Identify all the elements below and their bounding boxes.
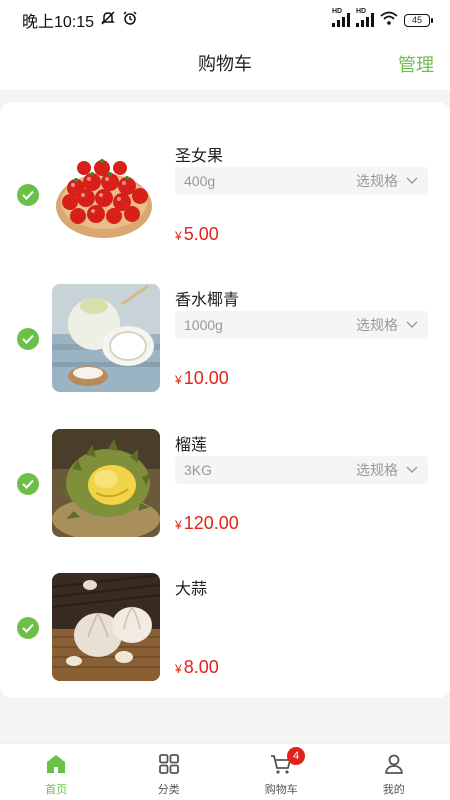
spec-selector[interactable]: 3KG 选规格: [175, 456, 428, 484]
product-name: 大蒜: [175, 581, 208, 598]
chevron-down-icon: [406, 466, 418, 473]
price-value: 10.00: [183, 368, 229, 388]
bell-off-icon: [100, 10, 116, 31]
category-icon: [157, 752, 181, 776]
spec-selector[interactable]: 400g 选规格: [175, 167, 428, 195]
status-bar: 晚上10:15 HD HD 45: [0, 0, 450, 40]
product-name: 榴莲: [175, 437, 208, 454]
tab-label: 购物车: [264, 784, 298, 796]
product-price: ¥ 8.00: [175, 657, 219, 678]
item-checkbox[interactable]: [17, 473, 39, 495]
product-image-coconut[interactable]: [52, 284, 160, 392]
currency-symbol: ¥: [175, 229, 182, 243]
tab-label: 我的: [382, 784, 405, 796]
tab-profile[interactable]: 我的: [338, 744, 450, 800]
nav-bar: 购物车 管理: [0, 40, 450, 90]
spec-action-label: 选规格: [356, 173, 398, 189]
item-checkbox[interactable]: [17, 328, 39, 350]
cart-item: 圣女果 400g 选规格 ¥ 5.00: [0, 140, 450, 250]
tab-bar: 首页 分类 4 购物车 我的: [0, 743, 450, 800]
chevron-down-icon: [406, 177, 418, 184]
spec-value: 3KG: [184, 462, 213, 478]
currency-symbol: ¥: [175, 662, 182, 676]
product-name: 圣女果: [175, 148, 224, 165]
product-price: ¥ 120.00: [175, 513, 239, 534]
currency-symbol: ¥: [175, 373, 182, 387]
check-icon: [22, 479, 34, 489]
spec-action-label: 选规格: [356, 462, 398, 478]
alarm-icon: [122, 10, 138, 31]
item-checkbox[interactable]: [17, 617, 39, 639]
spec-value: 1000g: [184, 317, 223, 333]
signal-icon: HD: [356, 8, 374, 27]
product-name: 香水椰青: [175, 292, 240, 309]
product-price: ¥ 5.00: [175, 224, 219, 245]
tab-category[interactable]: 分类: [113, 744, 226, 800]
product-price: ¥ 10.00: [175, 368, 229, 389]
tab-home[interactable]: 首页: [0, 744, 113, 800]
tab-cart[interactable]: 4 购物车: [225, 744, 338, 800]
tab-label: 首页: [45, 784, 68, 796]
cart-item: 榴莲 3KG 选规格 ¥ 120.00: [0, 429, 450, 539]
check-icon: [22, 623, 34, 633]
signal-icon: HD: [332, 8, 350, 27]
product-image-durian[interactable]: [52, 429, 160, 537]
user-icon: [382, 752, 406, 776]
home-icon: [44, 752, 68, 776]
product-image-garlic[interactable]: [52, 573, 160, 681]
spec-action-label: 选规格: [356, 317, 398, 333]
status-left: 晚上10:15: [22, 8, 138, 32]
cart-badge: 4: [287, 747, 305, 765]
wifi-icon: [380, 11, 398, 30]
page-title: 购物车: [198, 54, 252, 74]
cart-list: 圣女果 400g 选规格 ¥ 5.00 香水椰青 1000g 选规格 ¥ 10.…: [0, 102, 450, 698]
cart-item: 香水椰青 1000g 选规格 ¥ 10.00: [0, 284, 450, 394]
spec-selector[interactable]: 1000g 选规格: [175, 311, 428, 339]
check-icon: [22, 190, 34, 200]
price-value: 8.00: [183, 657, 219, 677]
currency-symbol: ¥: [175, 518, 182, 532]
price-value: 120.00: [183, 513, 239, 533]
cart-item: 大蒜 ¥ 8.00: [0, 573, 450, 683]
status-right: HD HD 45: [332, 8, 433, 30]
chevron-down-icon: [406, 321, 418, 328]
product-image-cherry-tomatoes[interactable]: [52, 140, 160, 248]
spec-value: 400g: [184, 173, 216, 189]
check-icon: [22, 334, 34, 344]
item-checkbox[interactable]: [17, 184, 39, 206]
tab-label: 分类: [157, 784, 180, 796]
manage-button[interactable]: 管理: [398, 51, 434, 77]
status-time: 晚上10:15: [22, 14, 95, 31]
battery-icon: 45: [404, 13, 433, 27]
price-value: 5.00: [183, 224, 219, 244]
